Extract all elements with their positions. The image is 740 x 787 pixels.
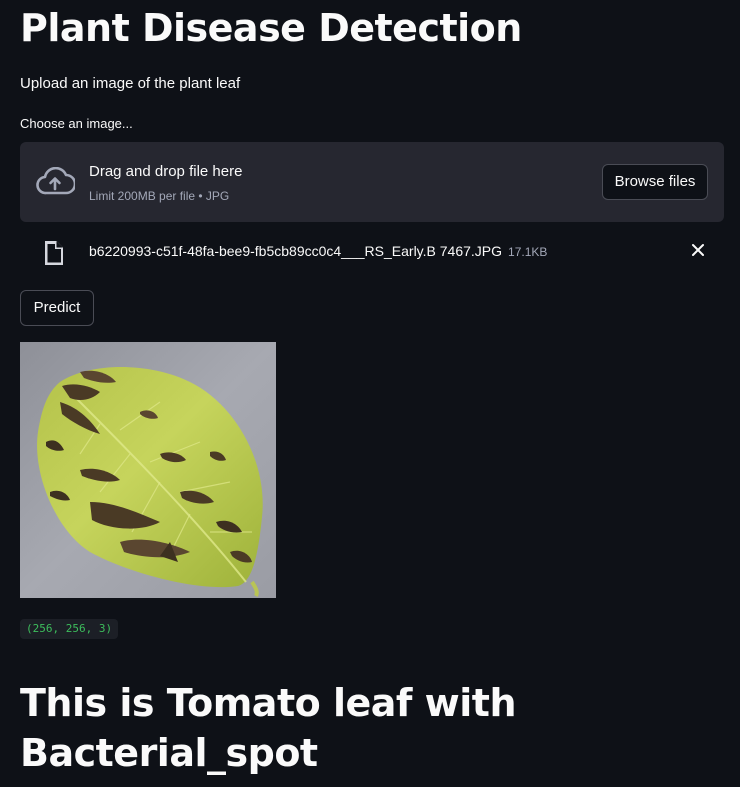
uploaded-file-info: b6220993-c51f-48fa-bee9-fb5cb89cc0c4___R… bbox=[89, 242, 547, 261]
uploaded-leaf-image bbox=[20, 342, 276, 598]
uploaded-file-size: 17.1KB bbox=[508, 245, 548, 259]
browse-files-button[interactable]: Browse files bbox=[602, 164, 708, 200]
file-dropzone[interactable]: Drag and drop file here Limit 200MB per … bbox=[20, 142, 724, 222]
predict-button[interactable]: Predict bbox=[20, 290, 94, 326]
file-uploader-label: Choose an image... bbox=[20, 116, 133, 131]
prediction-result: This is Tomato leaf with Bacterial_spot bbox=[20, 681, 517, 775]
app-page: Plant Disease Detection Upload an image … bbox=[0, 0, 740, 787]
image-shape-output: (256, 256, 3) bbox=[20, 619, 119, 639]
page-subtitle: Upload an image of the plant leaf bbox=[20, 75, 241, 92]
page-title: Plant Disease Detection bbox=[20, 6, 522, 50]
uploaded-file-row: b6220993-c51f-48fa-bee9-fb5cb89cc0c4___R… bbox=[20, 232, 724, 270]
uploaded-file-name: b6220993-c51f-48fa-bee9-fb5cb89cc0c4___R… bbox=[89, 243, 503, 259]
close-icon[interactable] bbox=[688, 240, 708, 260]
dropzone-file-limit: Limit 200MB per file • JPG bbox=[89, 189, 230, 203]
dropzone-instructions: Drag and drop file here bbox=[89, 163, 243, 180]
cloud-upload-icon bbox=[36, 167, 75, 195]
file-icon bbox=[45, 241, 63, 265]
